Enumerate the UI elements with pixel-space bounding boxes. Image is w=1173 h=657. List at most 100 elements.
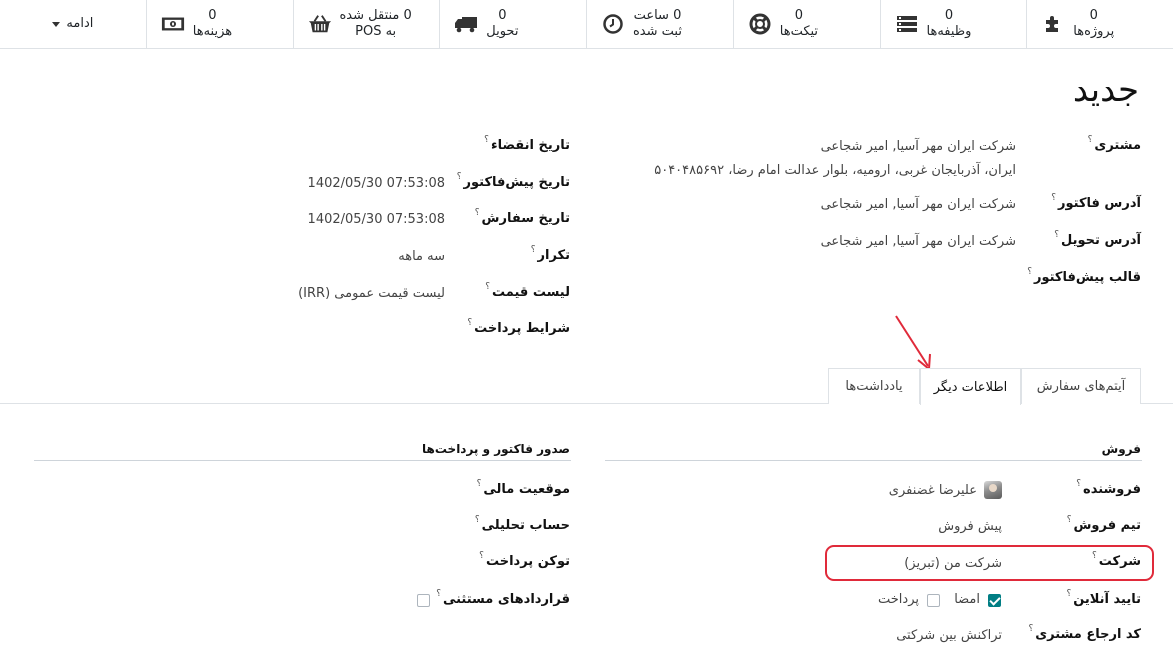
caret-down-icon <box>52 21 61 27</box>
help-icon[interactable]: ؟ <box>1054 230 1059 240</box>
customer-address: ایران، آذربایجان غربی، ارومیه، بلوار عدا… <box>654 163 1016 178</box>
invoicing-section-header: صدور فاکتور و پرداخت‌ها <box>422 442 570 456</box>
help-icon[interactable]: ؟ <box>436 589 441 599</box>
payment-token-label: توکن پرداخت؟ <box>479 551 570 569</box>
help-icon[interactable]: ؟ <box>1027 267 1032 277</box>
more-dropdown[interactable]: ادامه <box>0 0 146 48</box>
recurrence-value[interactable]: سه ماهه <box>398 249 445 264</box>
help-icon[interactable]: ؟ <box>1088 135 1093 145</box>
quote-template-label: قالب پیش‌فاکتور؟ <box>1027 267 1141 285</box>
expenses-button[interactable]: 0 هزینه‌ها <box>145 0 293 48</box>
help-icon[interactable]: ؟ <box>1066 589 1071 599</box>
standalone-contracts-checkbox[interactable] <box>417 594 430 607</box>
invoicing-section-divider <box>34 460 571 461</box>
salesperson-label: فروشنده؟ <box>1076 479 1141 497</box>
delivery-button[interactable]: 0 تحویل <box>439 0 586 48</box>
annotation-arrow <box>895 315 931 372</box>
help-icon[interactable]: ؟ <box>531 245 536 255</box>
tab-other-info[interactable]: اطلاعات دیگر <box>920 368 1021 405</box>
tickets-button-text: 0 تیکت‌ها <box>780 8 818 40</box>
help-icon[interactable]: ؟ <box>1028 624 1033 634</box>
projects-label: پروژه‌ها <box>1073 24 1115 39</box>
help-icon[interactable]: ؟ <box>457 172 462 182</box>
order-date-value[interactable]: 1402/05/30 07:53:08 <box>308 212 445 227</box>
timesheets-button[interactable]: 0 ساعت ثبت شده <box>586 0 733 48</box>
analytic-account-label: حساب تحلیلی؟ <box>474 515 570 533</box>
invoice-address-label: آدرس فاکتور؟ <box>1051 193 1141 211</box>
tab-order-lines[interactable]: آیتم‌های سفارش <box>1021 368 1141 404</box>
sales-section-header: فروش <box>1101 442 1141 456</box>
recurrence-label: تکرار؟ <box>530 245 570 263</box>
invoice-address-value[interactable]: شرکت ایران مهر آسیا, امیر شجاعی <box>821 197 1016 212</box>
help-icon[interactable]: ؟ <box>467 318 472 328</box>
payment-terms-label: شرایط پرداخت؟ <box>467 318 570 336</box>
tasks-icon <box>895 12 919 36</box>
expenses-count: 0 <box>208 8 217 23</box>
expenses-button-text: 0 هزینه‌ها <box>193 8 232 40</box>
expiration-label: تاریخ انقضاء؟ <box>484 135 570 153</box>
pos-transfer-button[interactable]: 0 منتقل شده به POS <box>292 0 440 48</box>
customer-ref-label: کد ارجاع مشتری؟ <box>1028 624 1141 642</box>
tickets-button[interactable]: 0 تیکت‌ها <box>732 0 880 48</box>
pos-transfer-button-text: 0 منتقل شده به POS <box>340 8 412 40</box>
more-label: ادامه <box>66 16 94 31</box>
quote-date-value[interactable]: 1402/05/30 07:53:08 <box>308 176 445 191</box>
tab-notes[interactable]: یادداشت‌ها <box>828 368 920 404</box>
pos-transfer-count: 0 منتقل شده <box>339 8 412 23</box>
payment-checkbox[interactable] <box>927 594 940 607</box>
delivery-address-label: آدرس تحویل؟ <box>1054 230 1141 248</box>
puzzle-icon <box>1041 12 1065 36</box>
tasks-button[interactable]: 0 وظیفه‌ها <box>879 0 1027 48</box>
money-icon <box>161 12 185 36</box>
tickets-count: 0 <box>794 8 804 23</box>
smart-buttons-bar: 0 پروژه‌ها 0 وظیفه‌ها 0 تیکت‌ها 0 ساعت ث… <box>0 0 1173 49</box>
fiscal-position-label: موقعیت مالی؟ <box>476 479 570 497</box>
pricelist-label: لیست قیمت؟ <box>485 282 570 300</box>
signature-checkbox[interactable] <box>988 594 1001 607</box>
order-date-label: تاریخ سفارش؟ <box>474 208 570 226</box>
sales-team-label: تیم فروش؟ <box>1066 515 1141 533</box>
lifebuoy-icon <box>748 12 772 36</box>
help-icon[interactable]: ؟ <box>1076 479 1081 489</box>
more-dropdown-text: ادامه <box>52 16 93 32</box>
basket-icon <box>308 12 332 36</box>
salesperson-avatar <box>984 481 1002 499</box>
clock-icon <box>601 12 625 36</box>
customer-ref-value[interactable]: تراکنش بین شرکتی <box>896 628 1002 643</box>
help-icon[interactable]: ؟ <box>479 551 484 561</box>
customer-label: مشتری؟ <box>1087 135 1141 153</box>
expenses-label: هزینه‌ها <box>192 24 233 39</box>
projects-button-text: 0 پروژه‌ها <box>1073 8 1114 40</box>
projects-count: 0 <box>1089 8 1098 23</box>
salesperson-value[interactable]: علیرضا غضنفری <box>889 483 977 498</box>
payment-label: پرداخت <box>878 592 919 607</box>
timesheets-label: ثبت شده <box>633 24 682 39</box>
tasks-button-text: 0 وظیفه‌ها <box>927 8 972 40</box>
standalone-contracts-label: قراردادهای مستثنی؟ <box>436 589 570 607</box>
tickets-label: تیکت‌ها <box>779 24 819 39</box>
help-icon[interactable]: ؟ <box>1051 193 1056 203</box>
record-title: جدید <box>1072 70 1139 110</box>
help-icon[interactable]: ؟ <box>484 135 489 145</box>
online-confirm-label: تایید آنلاین؟ <box>1066 589 1141 607</box>
pos-transfer-label: به POS <box>355 24 397 39</box>
tasks-count: 0 <box>944 8 954 23</box>
company-highlight-box <box>825 545 1154 581</box>
help-icon[interactable]: ؟ <box>477 479 482 489</box>
delivery-button-text: 0 تحویل <box>486 8 518 40</box>
help-icon[interactable]: ؟ <box>1067 515 1072 525</box>
help-icon[interactable]: ؟ <box>475 515 480 525</box>
projects-button[interactable]: 0 پروژه‌ها <box>1026 0 1173 48</box>
sales-team-value[interactable]: پیش فروش <box>938 519 1002 534</box>
timesheets-button-text: 0 ساعت ثبت شده <box>633 8 682 40</box>
truck-icon <box>454 12 478 36</box>
signature-label: امضا <box>954 592 980 607</box>
quote-date-label: تاریخ پیش‌فاکتور؟ <box>456 172 570 190</box>
customer-value[interactable]: شرکت ایران مهر آسیا, امیر شجاعی <box>821 139 1016 154</box>
pricelist-value[interactable]: لیست قیمت عمومی (IRR) <box>298 286 445 301</box>
tasks-label: وظیفه‌ها <box>926 24 972 39</box>
delivery-address-value[interactable]: شرکت ایران مهر آسیا, امیر شجاعی <box>821 234 1016 249</box>
help-icon[interactable]: ؟ <box>485 282 490 292</box>
delivery-count: 0 <box>498 8 507 23</box>
help-icon[interactable]: ؟ <box>475 208 480 218</box>
